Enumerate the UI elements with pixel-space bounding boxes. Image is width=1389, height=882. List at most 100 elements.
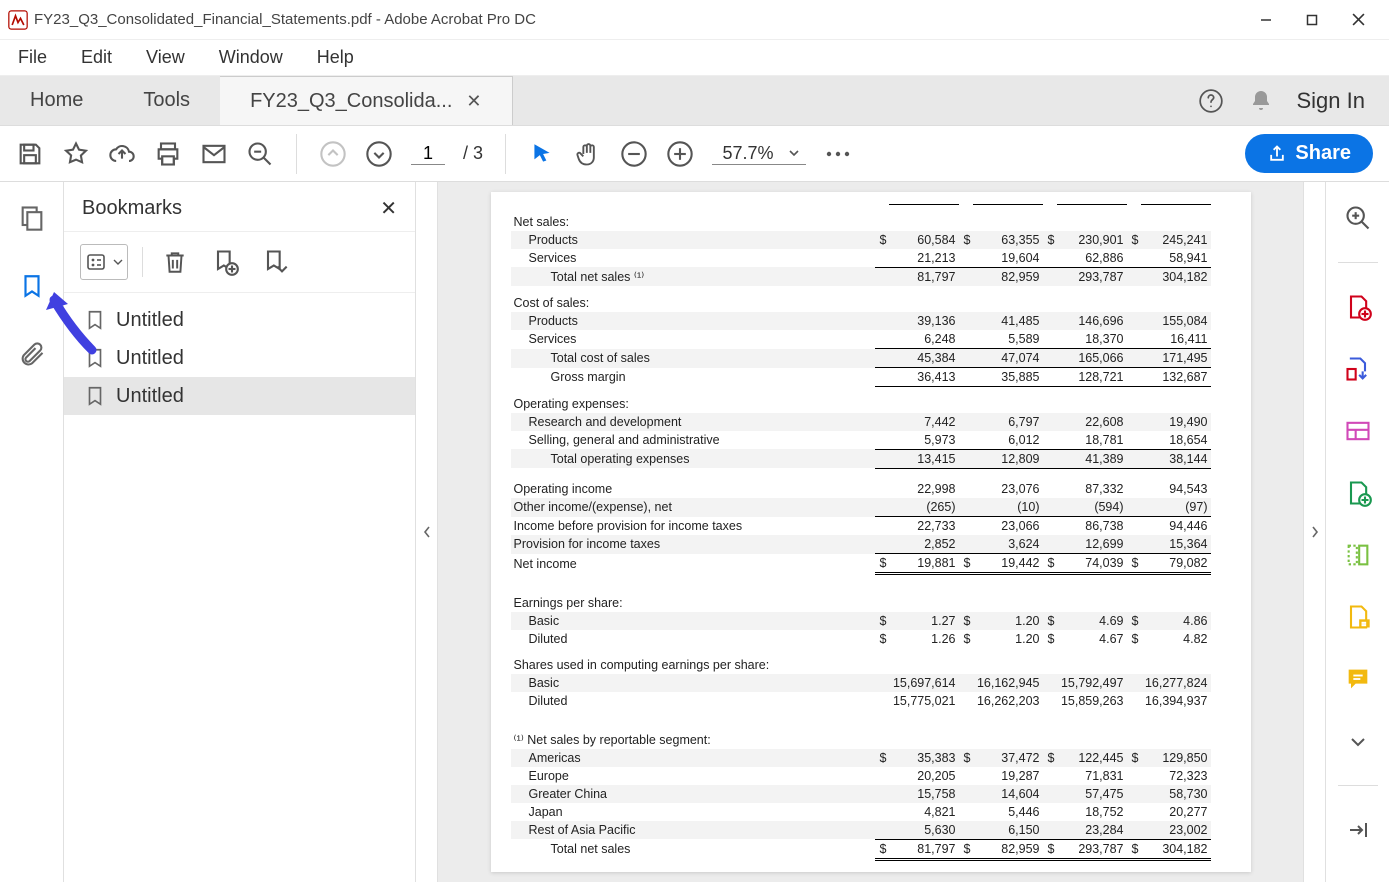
export-pdf-icon[interactable] <box>1340 351 1376 387</box>
comment-icon[interactable] <box>1340 475 1376 511</box>
page-up-icon[interactable] <box>319 140 347 168</box>
thumbnails-icon[interactable] <box>14 200 50 236</box>
cell-value: 38,144 <box>1141 449 1211 468</box>
maximize-button[interactable] <box>1289 5 1335 35</box>
cell-value: 37,472 <box>973 749 1043 767</box>
tab-close-icon[interactable]: ✕ <box>466 91 481 112</box>
cell-value: 6,797 <box>973 413 1043 431</box>
help-icon[interactable] <box>1197 87 1225 115</box>
bookmarks-icon[interactable] <box>14 268 50 304</box>
search-icon[interactable] <box>246 140 274 168</box>
page-number-input[interactable] <box>411 143 445 165</box>
tab-document[interactable]: FY23_Q3_Consolida... ✕ <box>220 76 512 125</box>
cell-value: 4.86 <box>1141 612 1211 630</box>
row-label: Other income/(expense), net <box>511 498 875 517</box>
collapse-left-handle[interactable] <box>416 182 438 882</box>
bell-icon[interactable] <box>1247 87 1275 115</box>
zoom-dropdown[interactable]: 57.7% <box>712 143 806 165</box>
bookmark-item[interactable]: Untitled <box>64 301 415 339</box>
bookmark-item[interactable]: Untitled <box>64 377 415 415</box>
row-label: Operating expenses: <box>511 387 875 413</box>
sticky-note-icon[interactable] <box>1340 661 1376 697</box>
cell-value: 22,733 <box>889 517 959 536</box>
cell-value: 18,781 <box>1057 431 1127 450</box>
bookmark-options-icon[interactable] <box>80 244 128 280</box>
row-label: Selling, general and administrative <box>511 431 875 450</box>
menu-view[interactable]: View <box>138 43 193 72</box>
cell-value: 21,213 <box>889 249 959 268</box>
row-label: Operating income <box>511 480 875 498</box>
close-button[interactable] <box>1335 5 1381 35</box>
menu-edit[interactable]: Edit <box>73 43 120 72</box>
cell-value: 82,959 <box>973 267 1043 286</box>
cell-value: 12,809 <box>973 449 1043 468</box>
expand-bookmark-icon[interactable] <box>257 244 293 280</box>
cell-value: 19,287 <box>973 767 1043 785</box>
cell-value: 35,383 <box>889 749 959 767</box>
cell-value: 20,205 <box>889 767 959 785</box>
tab-home[interactable]: Home <box>0 76 113 125</box>
star-icon[interactable] <box>62 140 90 168</box>
cell-value: 23,066 <box>973 517 1043 536</box>
bookmark-item[interactable]: Untitled <box>64 339 415 377</box>
organize-icon[interactable] <box>1340 537 1376 573</box>
menu-file[interactable]: File <box>10 43 55 72</box>
minimize-button[interactable] <box>1243 5 1289 35</box>
row-label: Japan <box>511 803 875 821</box>
cell-value: 245,241 <box>1141 231 1211 249</box>
cell-value: 81,797 <box>889 839 959 859</box>
hand-tool-icon[interactable] <box>574 140 602 168</box>
panel-close-icon[interactable]: ✕ <box>380 196 397 221</box>
row-label: Total cost of sales <box>511 349 875 368</box>
cell-value: 304,182 <box>1141 839 1211 859</box>
page-down-icon[interactable] <box>365 140 393 168</box>
fill-sign-icon[interactable] <box>1340 599 1376 635</box>
sign-in-button[interactable]: Sign In <box>1297 88 1366 114</box>
add-bookmark-icon[interactable] <box>207 244 243 280</box>
share-button[interactable]: Share <box>1245 134 1373 173</box>
cell-value: 16,394,937 <box>1141 692 1211 710</box>
zoom-in-icon[interactable] <box>666 140 694 168</box>
edit-pdf-icon[interactable] <box>1340 413 1376 449</box>
tab-tools[interactable]: Tools <box>113 76 220 125</box>
document-viewport[interactable]: Net sales:Products$60,584$63,355$230,901… <box>438 182 1303 882</box>
cell-value <box>973 586 1043 612</box>
search-right-icon[interactable] <box>1340 200 1376 236</box>
select-tool-icon[interactable] <box>528 140 556 168</box>
cell-value <box>1141 387 1211 413</box>
cell-value <box>1141 586 1211 612</box>
cell-value: 81,797 <box>889 267 959 286</box>
cell-value: 72,323 <box>1141 767 1211 785</box>
cell-value <box>1141 648 1211 674</box>
more-icon[interactable] <box>824 140 852 168</box>
cell-value: 5,589 <box>973 330 1043 349</box>
bookmark-tools <box>64 232 415 293</box>
cell-value <box>973 205 1043 231</box>
cell-value: 18,654 <box>1141 431 1211 450</box>
cell-value <box>889 205 959 231</box>
row-label: Diluted <box>511 630 875 648</box>
attachments-icon[interactable] <box>14 336 50 372</box>
zoom-value: 57.7% <box>718 143 788 164</box>
right-tools-rail <box>1325 182 1389 882</box>
cell-value: 1.20 <box>973 612 1043 630</box>
more-tools-icon[interactable] <box>1340 723 1376 759</box>
print-icon[interactable] <box>154 140 182 168</box>
cell-value <box>889 387 959 413</box>
menu-help[interactable]: Help <box>309 43 362 72</box>
email-icon[interactable] <box>200 140 228 168</box>
menu-window[interactable]: Window <box>211 43 291 72</box>
cell-value: 41,485 <box>973 312 1043 330</box>
cell-value: 39,136 <box>889 312 959 330</box>
expand-rail-icon[interactable] <box>1340 812 1376 848</box>
cell-value: 16,162,945 <box>973 674 1043 692</box>
cell-value: 41,389 <box>1057 449 1127 468</box>
collapse-right-handle[interactable] <box>1303 182 1325 882</box>
zoom-out-icon[interactable] <box>620 140 648 168</box>
cell-value: 7,442 <box>889 413 959 431</box>
cloud-upload-icon[interactable] <box>108 140 136 168</box>
cell-value: 15,775,021 <box>889 692 959 710</box>
delete-bookmark-icon[interactable] <box>157 244 193 280</box>
save-icon[interactable] <box>16 140 44 168</box>
create-pdf-icon[interactable] <box>1340 289 1376 325</box>
